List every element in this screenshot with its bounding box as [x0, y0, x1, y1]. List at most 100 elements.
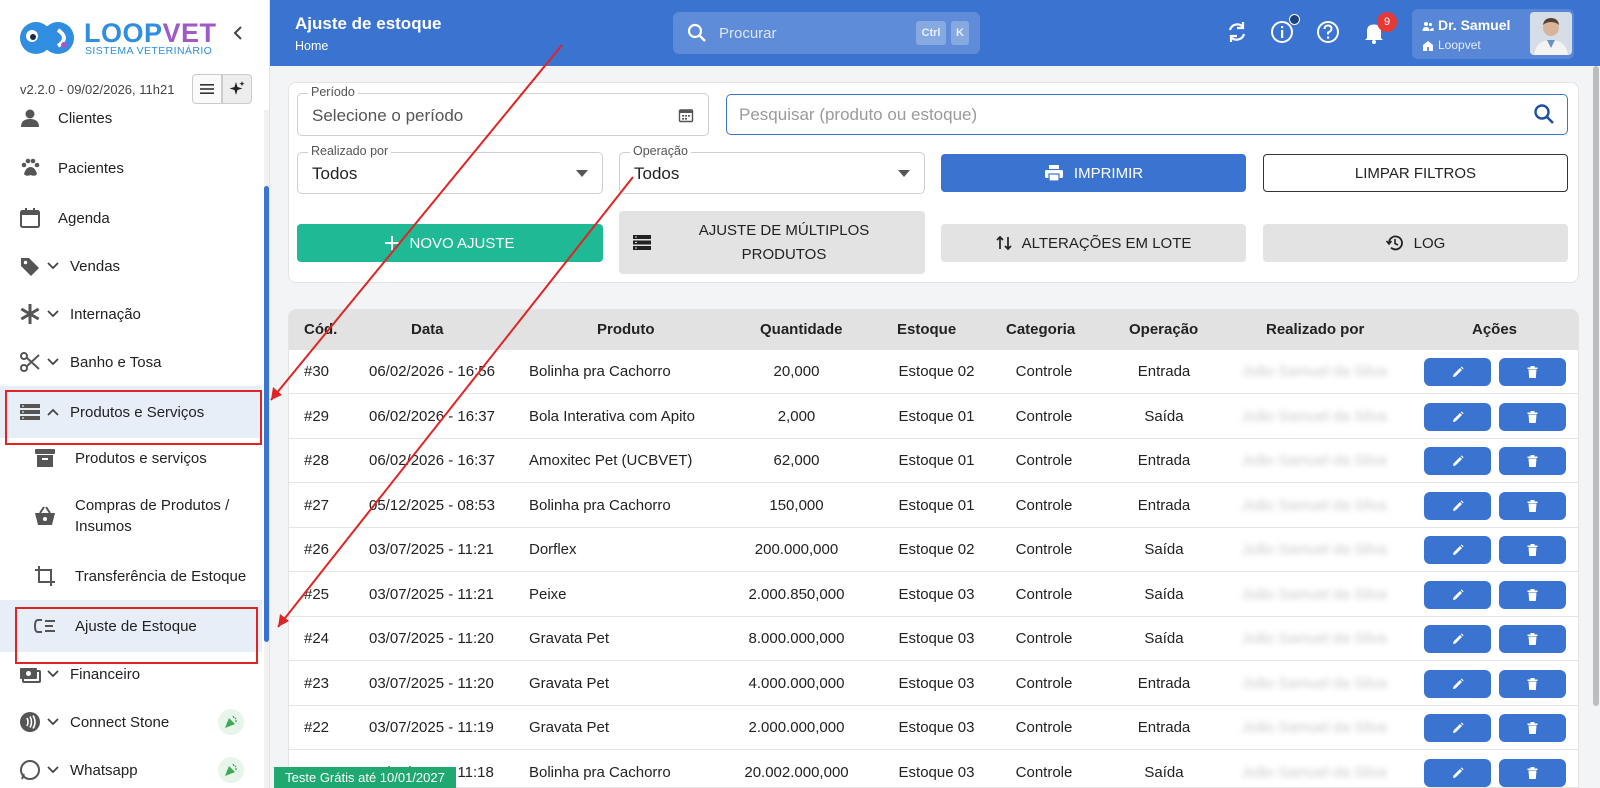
sidebar-item-transferencia[interactable]: Transferência de Estoque [0, 554, 262, 598]
realizado-por-select[interactable]: Realizado por Todos [297, 144, 603, 194]
cell-realizado-por: João Samuel da Silva [1241, 452, 1387, 469]
sync-icon[interactable] [1224, 19, 1250, 45]
cell-cod: #29 [304, 407, 330, 425]
cell-categoria: Controle [1015, 496, 1073, 514]
delete-button[interactable] [1499, 536, 1566, 564]
basket-icon [35, 506, 55, 525]
column-header-quantidade[interactable]: Quantidade [760, 321, 843, 338]
cell-operacao: Saída [1144, 763, 1184, 781]
column-header-cod[interactable]: Cód. [304, 321, 337, 338]
page-scrollbar[interactable] [1593, 66, 1599, 706]
chevron-down-icon [47, 670, 59, 678]
table-row: #29 06/02/2026 - 16:37 Bola Interativa com… [289, 395, 1578, 439]
edit-button[interactable] [1424, 625, 1491, 653]
delete-button[interactable] [1499, 580, 1566, 609]
sidebar-item-whatsapp[interactable]: Whatsapp [0, 748, 262, 788]
product-search-input[interactable]: Pesquisar (produto ou estoque) [726, 94, 1568, 135]
whatsapp-icon [20, 760, 40, 780]
edit-button[interactable] [1424, 491, 1491, 520]
delete-button[interactable] [1499, 669, 1566, 698]
edit-button[interactable] [1424, 358, 1491, 386]
chevron-down-icon [47, 262, 59, 270]
sidebar-item-compras[interactable]: Compras de Produtos / Insumos [0, 486, 262, 546]
logo[interactable]: LOOPVET SISTEMA VETERINÁRIO [18, 14, 258, 64]
cell-produto: Dorflex [529, 541, 577, 558]
column-header-operacao[interactable]: Operação [1129, 321, 1198, 338]
edit-button[interactable] [1424, 536, 1491, 564]
column-header-acoes: Ações [1472, 321, 1518, 338]
edit-button[interactable] [1424, 402, 1491, 431]
list-icon [633, 235, 651, 250]
collapse-sidebar-button[interactable] [228, 22, 248, 44]
print-button[interactable]: IMPRIMIR [941, 154, 1246, 192]
search-icon[interactable] [1533, 103, 1555, 125]
edit-button[interactable] [1424, 714, 1491, 742]
help-icon[interactable] [1315, 19, 1341, 45]
person-icon [21, 109, 39, 127]
edit-button[interactable] [1424, 758, 1491, 787]
sidebar-item-internacao[interactable]: Internação [0, 292, 262, 336]
cell-categoria: Controle [1015, 407, 1073, 425]
sidebar-item-banho-tosa[interactable]: Banho e Tosa [0, 340, 262, 384]
edit-button[interactable] [1424, 669, 1491, 698]
chevron-down-icon [47, 310, 59, 318]
delete-button[interactable] [1499, 491, 1566, 520]
crop-icon [35, 566, 55, 586]
cell-quantidade: 62,000 [773, 452, 820, 469]
operacao-select[interactable]: Operação Todos [619, 144, 925, 194]
sidebar-item-label: Transferência de Estoque [75, 567, 247, 585]
printer-icon [1044, 165, 1063, 182]
sidebar-item-connect-stone[interactable]: Connect Stone [0, 700, 262, 744]
edit-button[interactable] [1424, 447, 1491, 475]
periodo-placeholder: Selecione o período [312, 106, 464, 125]
top-header: Ajuste de estoque Home Procurar Ctrl K [270, 0, 1600, 66]
table-row: #22 03/07/2025 - 11:19 Gravata Pet 2.000.00… [289, 706, 1578, 750]
search-icon [687, 23, 706, 42]
cell-operacao: Entrada [1137, 674, 1191, 692]
sidebar-item-vendas[interactable]: Vendas [0, 244, 262, 288]
sidebar-item-pacientes[interactable]: Pacientes [0, 146, 262, 190]
delete-button[interactable] [1499, 625, 1566, 653]
delete-button[interactable] [1499, 758, 1566, 787]
annotation-arrowhead [271, 387, 282, 400]
edit-button[interactable] [1424, 580, 1491, 609]
cell-quantidade: 8.000.000,000 [748, 630, 845, 647]
delete-button[interactable] [1499, 714, 1566, 742]
cell-cod: #24 [304, 630, 330, 647]
caret-down-icon [576, 170, 588, 177]
multi-product-adjustment-button[interactable]: AJUSTE DE MÚLTIPLOS PRODUTOS [619, 211, 925, 274]
pencil-icon [1452, 633, 1464, 644]
shortcut-ctrl: Ctrl [916, 21, 946, 45]
sidebar-item-agenda[interactable]: Agenda [0, 196, 262, 240]
sidebar-item-label: Compras de Produtos / Insumos [75, 497, 230, 535]
column-header-data[interactable]: Data [411, 321, 444, 338]
batch-changes-button[interactable]: ALTERAÇÕES EM LOTE [941, 224, 1246, 262]
column-header-realizado-por[interactable]: Realizado por [1266, 321, 1364, 338]
periodo-field[interactable]: Período Selecione o período [297, 85, 709, 136]
trash-icon [1527, 499, 1538, 512]
delete-button[interactable] [1499, 358, 1566, 386]
cell-produto: Peixe [529, 585, 567, 603]
calendar-icon [678, 109, 694, 123]
column-header-categoria[interactable]: Categoria [1006, 321, 1075, 338]
sidebar-item-label: Whatsapp [70, 761, 138, 779]
table-row: #25 03/07/2025 - 11:21 Peixe 2.000.850,000 E… [289, 573, 1578, 617]
cell-realizado-por: João Samuel da Silva [1241, 407, 1387, 425]
sidebar-scrollbar-thumb[interactable] [264, 186, 269, 642]
log-button[interactable]: LOG [1263, 224, 1568, 262]
cell-quantidade: 20,000 [773, 363, 820, 380]
sidebar-item-label: Internação [70, 305, 141, 323]
operacao-value: Todos [634, 164, 680, 183]
delete-button[interactable] [1499, 402, 1566, 431]
column-header-estoque[interactable]: Estoque [897, 321, 956, 338]
user-menu[interactable]: Dr. Samuel Loopvet [1412, 9, 1574, 59]
global-search[interactable]: Procurar Ctrl K [673, 12, 980, 54]
column-header-produto[interactable]: Produto [597, 321, 655, 338]
new-adjustment-button[interactable]: NOVO AJUSTE [297, 224, 603, 262]
breadcrumb[interactable]: Home [295, 39, 328, 53]
delete-button[interactable] [1499, 447, 1566, 475]
cell-data: 03/07/2025 - 11:19 [369, 719, 494, 736]
caret-down-icon [898, 170, 910, 177]
clear-filters-button[interactable]: LIMPAR FILTROS [1263, 154, 1568, 192]
sidebar-item-clientes[interactable]: Clientes [0, 96, 262, 140]
